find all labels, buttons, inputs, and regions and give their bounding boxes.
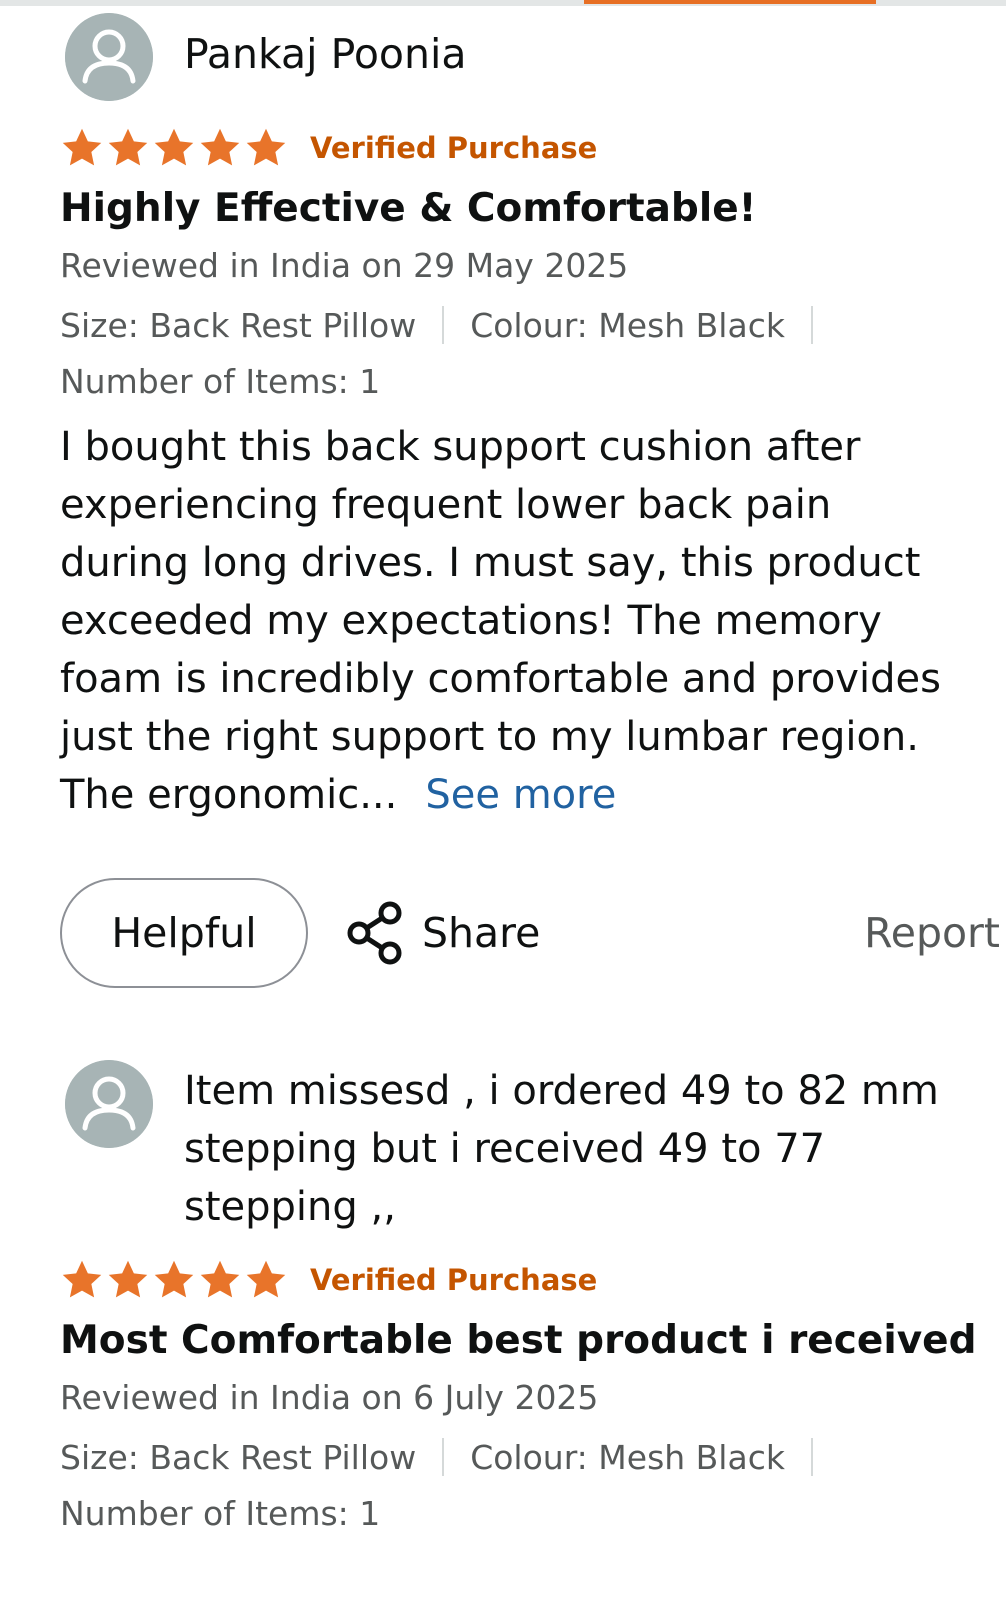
reviewer-profile[interactable]: Item missesd , i ordered 49 to 82 mm ste… bbox=[60, 1060, 1000, 1256]
star-icon bbox=[200, 128, 240, 166]
rating-row: Verified Purchase bbox=[60, 1248, 1000, 1308]
variant-info: Size: Back Rest Pillow Colour: Mesh Blac… bbox=[60, 296, 1000, 354]
star-rating bbox=[60, 1258, 292, 1302]
share-icon bbox=[347, 901, 402, 965]
star-icon bbox=[62, 1260, 102, 1298]
star-icon bbox=[246, 1260, 286, 1298]
star-icon bbox=[108, 128, 148, 166]
review-date: Reviewed in India on 6 July 2025 bbox=[60, 1378, 599, 1417]
share-label: Share bbox=[422, 909, 541, 957]
verified-purchase-badge: Verified Purchase bbox=[310, 1263, 598, 1297]
verified-purchase-badge: Verified Purchase bbox=[310, 131, 598, 165]
reviewer-name[interactable]: Pankaj Poonia bbox=[184, 28, 467, 80]
star-rating bbox=[60, 126, 292, 170]
variant-colour: Colour: Mesh Black bbox=[470, 305, 785, 345]
user-avatar-icon bbox=[65, 1060, 153, 1148]
divider bbox=[442, 1438, 445, 1476]
variant-size: Size: Back Rest Pillow bbox=[60, 305, 417, 345]
divider bbox=[442, 306, 445, 344]
divider bbox=[810, 1438, 813, 1476]
review-title: Most Comfortable best product i received bbox=[60, 1318, 977, 1363]
user-avatar-icon bbox=[65, 13, 153, 101]
helpful-button[interactable]: Helpful bbox=[60, 878, 308, 988]
review-card: Pankaj Poonia Verified Purchase Highly E… bbox=[60, 8, 1000, 988]
variant-colour: Colour: Mesh Black bbox=[470, 1437, 785, 1477]
variant-items: Number of Items: 1 bbox=[60, 1494, 381, 1533]
review-actions: Helpful Share Report bbox=[60, 878, 1000, 988]
reviewer-profile[interactable]: Pankaj Poonia bbox=[60, 8, 1000, 108]
review-text: I bought this back support cushion after… bbox=[60, 424, 941, 818]
share-button[interactable]: Share bbox=[344, 898, 540, 968]
top-bar-accent bbox=[584, 0, 876, 4]
review-title: Highly Effective & Comfortable! bbox=[60, 186, 757, 231]
reviewer-name[interactable]: Item missesd , i ordered 49 to 82 mm ste… bbox=[184, 1062, 984, 1236]
variant-items: Number of Items: 1 bbox=[60, 362, 381, 401]
see-more-link[interactable]: See more bbox=[425, 772, 616, 818]
top-progress-bar bbox=[0, 0, 1006, 6]
star-icon bbox=[154, 1260, 194, 1298]
divider bbox=[810, 306, 813, 344]
star-icon bbox=[108, 1260, 148, 1298]
review-date: Reviewed in India on 29 May 2025 bbox=[60, 246, 629, 285]
review-card: Item missesd , i ordered 49 to 82 mm ste… bbox=[60, 1060, 1000, 1542]
review-body: I bought this back support cushion after… bbox=[60, 418, 960, 824]
rating-row: Verified Purchase bbox=[60, 116, 1000, 176]
star-icon bbox=[154, 128, 194, 166]
star-icon bbox=[200, 1260, 240, 1298]
star-icon bbox=[246, 128, 286, 166]
variant-info: Size: Back Rest Pillow Colour: Mesh Blac… bbox=[60, 1428, 1000, 1486]
variant-size: Size: Back Rest Pillow bbox=[60, 1437, 417, 1477]
star-icon bbox=[62, 128, 102, 166]
report-link[interactable]: Report bbox=[864, 906, 1000, 960]
